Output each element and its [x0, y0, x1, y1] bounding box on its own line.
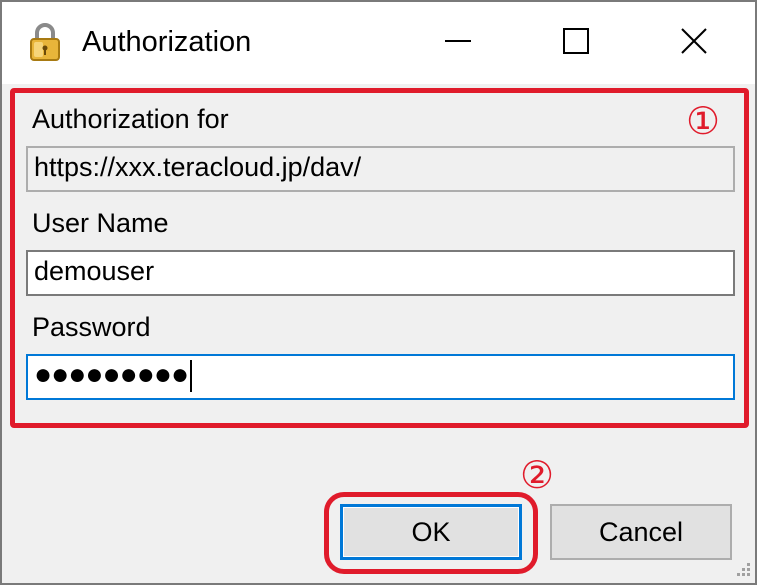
close-button[interactable]	[638, 2, 750, 84]
authorization-dialog: Authorization ① Authorization for https:…	[0, 0, 757, 585]
annotation-marker-1: ①	[686, 99, 721, 143]
maximize-icon	[561, 26, 591, 61]
cancel-button[interactable]: Cancel	[550, 504, 732, 560]
password-dots: ●●●●●●●●●	[34, 358, 189, 391]
authorization-url-field: https://xxx.teracloud.jp/dav/	[26, 146, 735, 192]
annotation-marker-2: ②	[520, 453, 555, 497]
username-input[interactable]: demouser	[26, 250, 735, 296]
password-label: Password	[32, 312, 151, 342]
authorization-for-label: Authorization for	[32, 104, 229, 134]
maximize-button[interactable]	[520, 2, 632, 84]
dialog-body: ① Authorization for https://xxx.teraclou…	[2, 84, 755, 583]
minimize-icon	[443, 26, 473, 61]
close-icon	[679, 26, 709, 61]
password-input[interactable]: ●●●●●●●●●	[26, 354, 735, 400]
resize-grip-icon[interactable]	[733, 561, 751, 579]
window-title: Authorization	[82, 26, 252, 58]
text-caret	[190, 360, 193, 393]
title-bar[interactable]: Authorization	[2, 2, 755, 84]
username-label: User Name	[32, 208, 169, 238]
ok-button[interactable]: OK	[340, 504, 522, 560]
padlock-icon	[28, 22, 62, 62]
minimize-button[interactable]	[402, 2, 514, 84]
